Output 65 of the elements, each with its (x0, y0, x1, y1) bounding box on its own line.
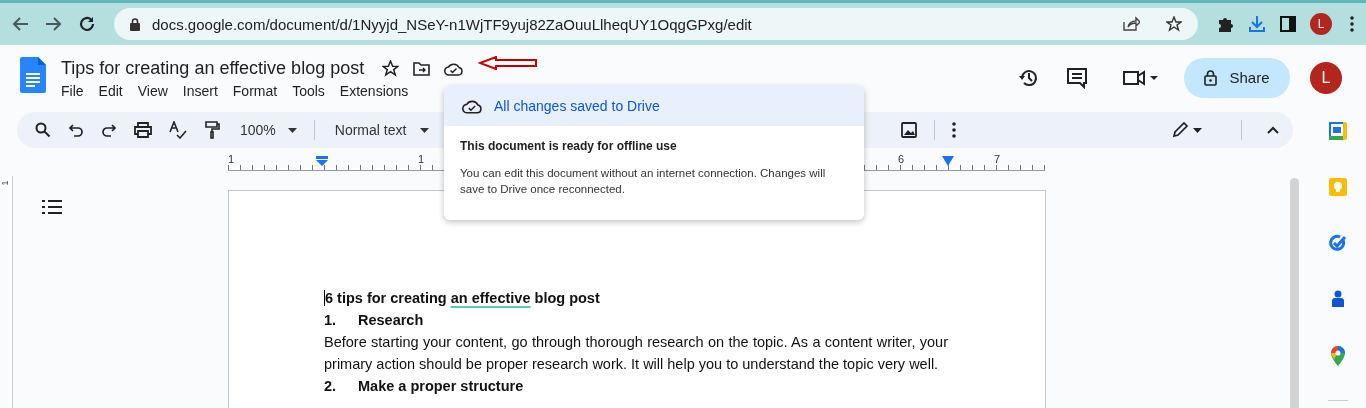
ruler-number: 7 (994, 153, 1001, 165)
undo-icon[interactable] (68, 123, 84, 137)
indent-marker-icon[interactable] (942, 156, 954, 166)
star-icon[interactable] (382, 60, 400, 77)
lock-icon (130, 17, 140, 31)
menu-item[interactable]: Insert (182, 83, 218, 99)
account-avatar[interactable]: L (1310, 61, 1342, 94)
move-folder-icon[interactable] (413, 61, 431, 76)
redo-icon[interactable] (101, 123, 117, 137)
list-heading: 1. Research (324, 311, 425, 330)
menu-item[interactable]: Extensions (339, 83, 409, 99)
docs-logo-icon[interactable] (20, 57, 46, 93)
vertical-ruler: 1 (0, 176, 13, 408)
profile-avatar[interactable]: L (1310, 13, 1332, 35)
comment-icon[interactable] (1066, 66, 1088, 89)
menu-item[interactable]: Edit (98, 83, 123, 99)
side-panel-icon[interactable] (1280, 16, 1296, 32)
save-status[interactable]: All changes saved to Drive (494, 98, 660, 114)
puzzle-icon[interactable] (1216, 15, 1234, 33)
menu-item[interactable]: Tools (292, 83, 325, 99)
document-title[interactable]: Tips for creating an effective blog post (61, 58, 365, 79)
reload-icon[interactable] (78, 15, 96, 33)
more-icon[interactable] (952, 122, 957, 138)
scrollbar[interactable] (1290, 178, 1299, 408)
arrow-annotation (478, 56, 538, 70)
caret-icon (287, 127, 297, 133)
more-icon[interactable] (1350, 16, 1354, 32)
collapse-icon[interactable] (1267, 126, 1279, 134)
spellcheck-icon[interactable] (169, 121, 187, 139)
style-dropdown[interactable]: Normal text (334, 122, 430, 138)
indent-marker-icon[interactable] (316, 156, 328, 166)
paint-format-icon[interactable] (204, 121, 220, 139)
image-icon[interactable] (901, 122, 918, 138)
share-button[interactable]: Share (1184, 57, 1290, 98)
menu-item[interactable]: Format (232, 83, 278, 99)
check-circle-icon[interactable] (1329, 234, 1347, 252)
share-icon[interactable] (1122, 16, 1140, 32)
person-icon[interactable] (1330, 290, 1346, 308)
video-camera-icon[interactable] (1122, 67, 1158, 88)
download-icon[interactable] (1248, 15, 1266, 33)
star-icon[interactable] (1166, 16, 1182, 32)
ruler-number: 6 (898, 153, 905, 165)
forward-icon[interactable] (44, 15, 62, 33)
lock-icon (1204, 69, 1218, 86)
document-heading: 6 tips for creating an effective blog post (324, 289, 601, 308)
outline-icon[interactable] (42, 200, 62, 214)
offline-description: You can edit this document without an internet connection. Changes will save to Drive once reconnected. (460, 166, 827, 197)
ruler-number: 1 (418, 153, 425, 165)
caret-icon (420, 127, 430, 133)
list-heading: 2. Make a proper structure (324, 377, 525, 396)
cloud-check-icon[interactable] (444, 61, 464, 76)
pencil-icon[interactable] (1172, 122, 1202, 138)
map-pin-icon[interactable] (1331, 346, 1345, 366)
paragraph: Before starting your content, go through thorough research on the topic. As a content writer, your primary action should be proper research work. It will help you to understand the topic very well. (324, 333, 948, 374)
calendar-icon[interactable] (1329, 122, 1347, 140)
zoom-dropdown[interactable]: 100% (240, 122, 297, 138)
menu-item[interactable]: View (137, 83, 168, 99)
print-icon[interactable] (134, 122, 152, 138)
ruler-number: 1 (228, 153, 235, 165)
address-bar[interactable]: docs.google.com/document/d/1Nyyjd_NSeY-n1WjTF9yuj82ZaOuuLlheqUY1OqgGPxg/edit (114, 8, 1198, 40)
offline-heading: This document is ready for offline use (460, 139, 678, 153)
back-icon[interactable] (12, 15, 30, 33)
cloud-check-icon (462, 98, 482, 114)
menu-item[interactable]: File (61, 83, 84, 99)
search-icon[interactable] (35, 122, 51, 138)
